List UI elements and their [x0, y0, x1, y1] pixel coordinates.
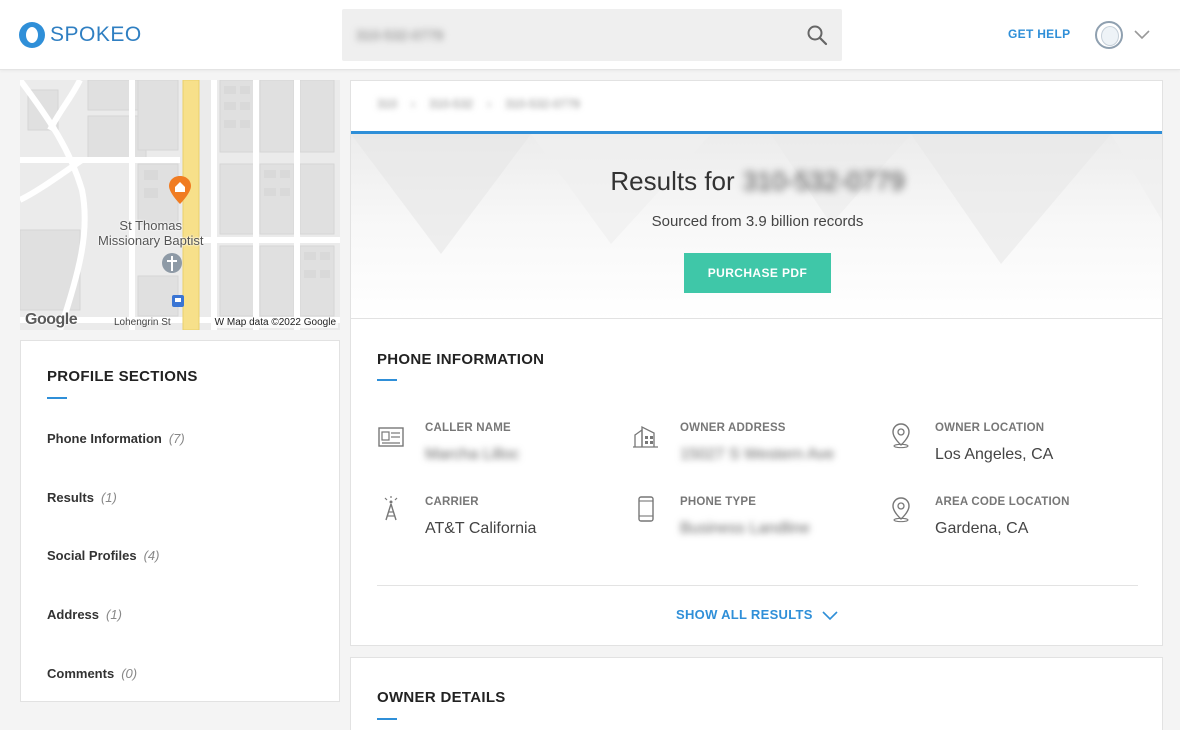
section-link-comments[interactable]: Comments (0) [47, 666, 137, 681]
mobile-phone-icon [638, 496, 654, 522]
title-underline [377, 379, 397, 381]
results-card: 310 › 310-532 › 310-532-0779 Results for… [350, 80, 1163, 319]
section-link-phone-information[interactable]: Phone Information (7) [47, 431, 185, 446]
show-all-results-label: SHOW ALL RESULTS [676, 607, 813, 622]
results-banner: Results for 310-532-0779 Sourced from 3.9… [351, 131, 1162, 318]
location-map[interactable]: St Thomas Missionary Baptist Google Lohe… [20, 80, 340, 330]
breadcrumb-item: 310-532-0779 [505, 97, 580, 111]
area-code-location-value: Gardena, CA [935, 520, 1029, 537]
title-underline [47, 397, 67, 399]
show-all-results-button[interactable]: SHOW ALL RESULTS [676, 607, 839, 622]
carrier-label: CARRIER [425, 496, 479, 508]
logo-text: SPOKEO [50, 23, 142, 46]
spokeo-logo-icon [19, 22, 45, 48]
breadcrumb-item[interactable]: 310-532 [429, 97, 473, 111]
section-link-results[interactable]: Results (1) [47, 490, 117, 505]
spokeo-logo[interactable]: SPOKEO [19, 22, 142, 48]
chevron-down-icon[interactable] [1133, 27, 1151, 41]
owner-address-label: OWNER ADDRESS [680, 422, 786, 434]
map-pin-icon [892, 423, 910, 449]
phone-information-card: PHONE INFORMATION CALLER NAME Marcha Lil… [350, 319, 1163, 646]
search-icon[interactable] [806, 24, 828, 46]
owner-location-value: Los Angeles, CA [935, 446, 1054, 463]
title-underline [377, 718, 397, 720]
carrier-value: AT&T California [425, 520, 537, 537]
owner-details-card: OWNER DETAILS [350, 657, 1163, 730]
chevron-down-icon [822, 610, 838, 620]
section-link-address[interactable]: Address (1) [47, 607, 122, 622]
owner-address-value: 15027 S Western Ave [680, 446, 835, 463]
id-card-icon [378, 427, 404, 447]
get-help-link[interactable]: GET HELP [1008, 27, 1070, 41]
profile-sections-title: PROFILE SECTIONS [47, 368, 198, 385]
caller-name-label: CALLER NAME [425, 422, 511, 434]
phone-information-title: PHONE INFORMATION [377, 351, 545, 368]
breadcrumb-item[interactable]: 310 [377, 97, 397, 111]
search-bar [342, 9, 842, 61]
purchase-pdf-button[interactable]: PURCHASE PDF [684, 253, 831, 293]
map-graphic [20, 80, 340, 330]
map-credit: W Map data ©2022 Google [212, 317, 338, 328]
cell-tower-icon [384, 496, 398, 521]
owner-details-title: OWNER DETAILS [377, 689, 506, 706]
search-input[interactable] [356, 23, 776, 47]
top-header: SPOKEO GET HELP [0, 0, 1180, 70]
phone-type-label: PHONE TYPE [680, 496, 757, 508]
area-code-location-label: AREA CODE LOCATION [935, 496, 1070, 508]
profile-sections-panel: PROFILE SECTIONS Phone Information (7) Re… [20, 340, 340, 702]
google-logo: Google [25, 311, 78, 328]
section-link-social-profiles[interactable]: Social Profiles (4) [47, 548, 159, 563]
building-icon [633, 425, 658, 448]
section-divider [377, 585, 1138, 586]
owner-location-label: OWNER LOCATION [935, 422, 1045, 434]
results-heading: Results for 310-532-0779 [610, 166, 905, 196]
breadcrumb: 310 › 310-532 › 310-532-0779 [377, 97, 580, 111]
map-place-label: St Thomas Missionary Baptist [98, 218, 204, 248]
caller-name-value: Marcha Lilloc [425, 446, 520, 463]
phone-type-value: Business Landline [680, 520, 810, 537]
sourced-records-text: Sourced from 3.9 billion records [651, 213, 864, 230]
map-street-label: Lohengrin St [114, 317, 171, 328]
map-pin-icon [892, 497, 910, 523]
user-avatar[interactable] [1095, 21, 1123, 49]
